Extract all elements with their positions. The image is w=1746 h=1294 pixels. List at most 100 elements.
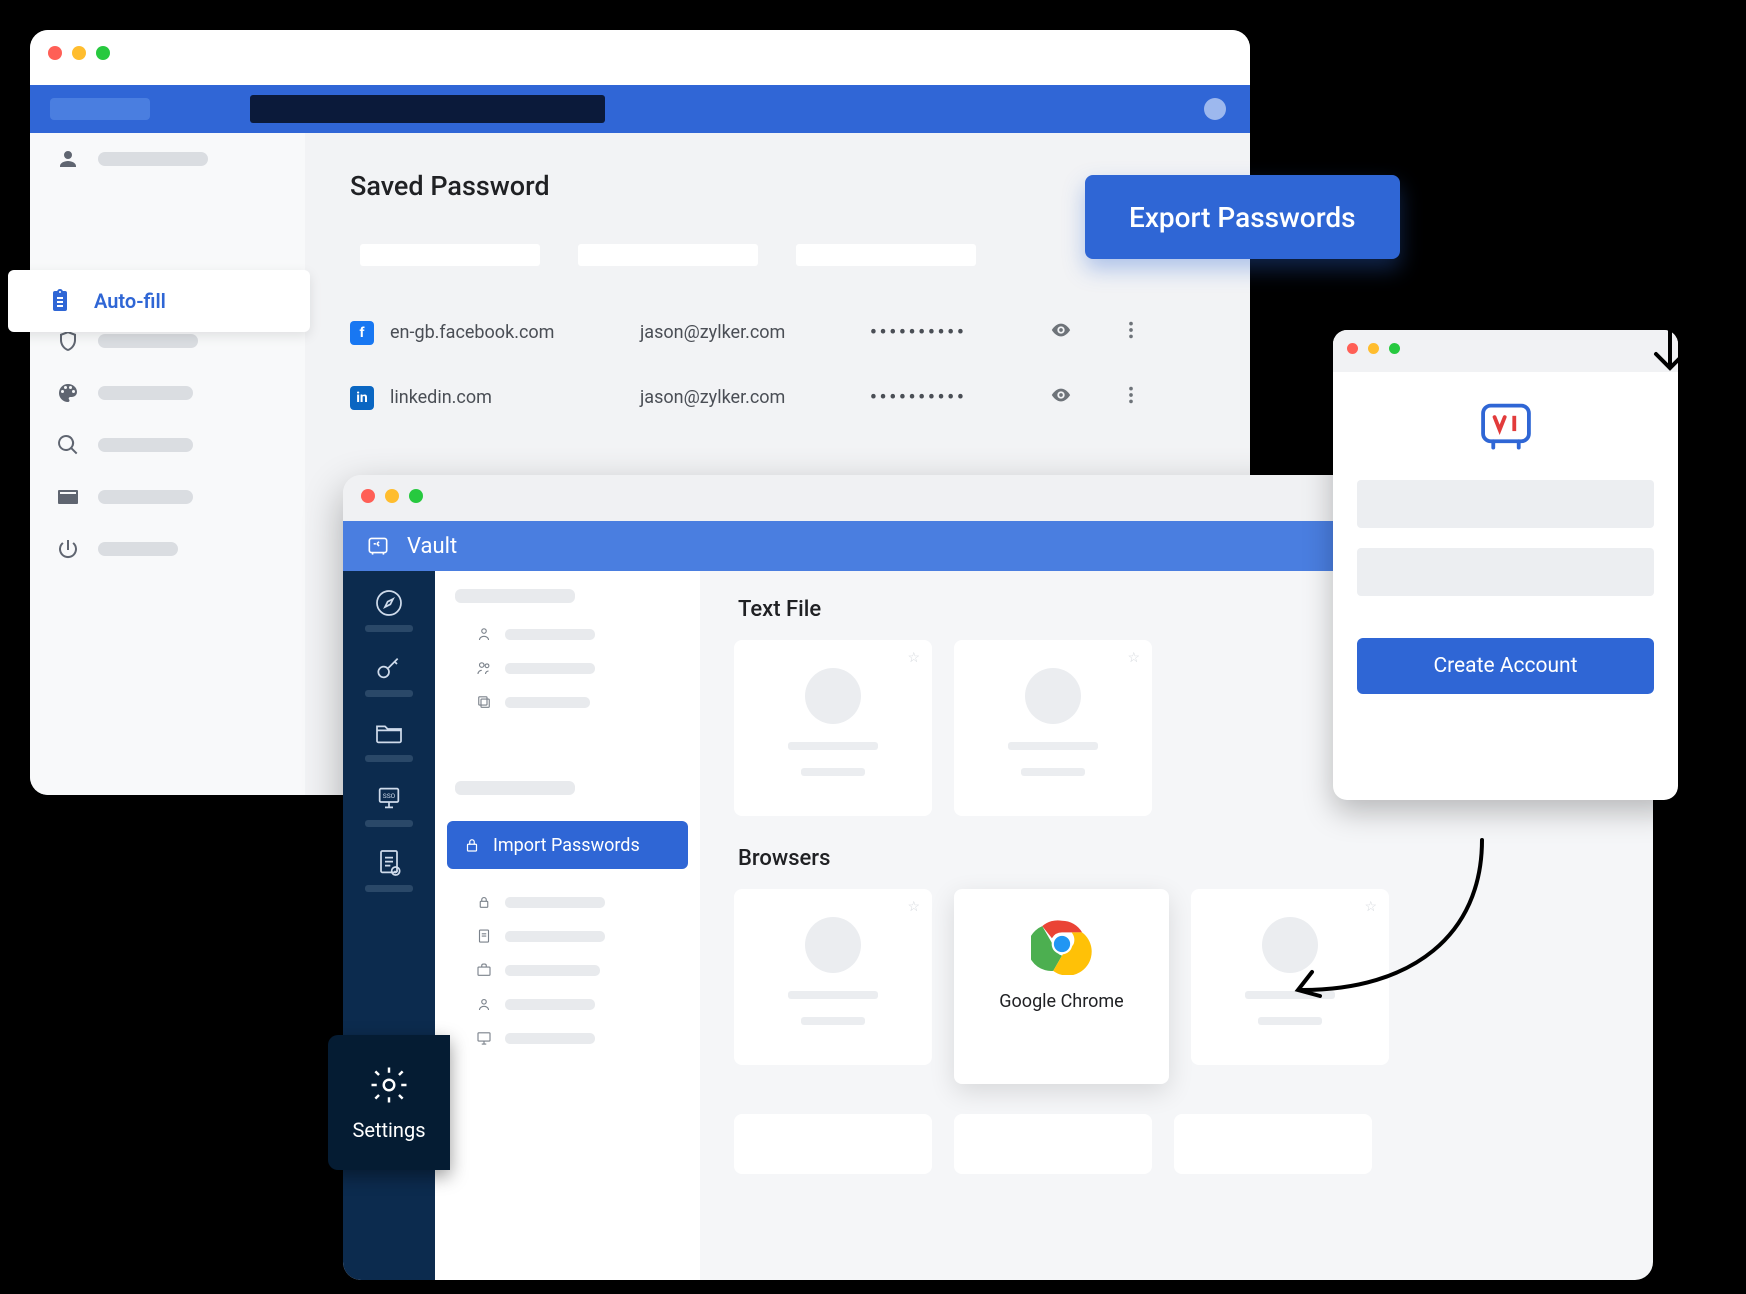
sso-icon: SSO xyxy=(373,782,405,814)
submenu-item[interactable] xyxy=(455,651,680,685)
username: jason@zylker.com xyxy=(640,322,785,343)
vault-submenu: Import Passwords xyxy=(435,571,700,1280)
password-table: f en-gb.facebook.com jason@zylker.com ••… xyxy=(350,300,1230,430)
close-icon[interactable] xyxy=(48,46,62,60)
copy-icon xyxy=(475,693,493,711)
password-masked: •••••••••• xyxy=(870,387,967,408)
minimize-icon[interactable] xyxy=(72,46,86,60)
report-icon xyxy=(373,847,405,879)
export-passwords-button[interactable]: Export Passwords xyxy=(1085,175,1400,259)
card-icon xyxy=(56,485,80,509)
autofill-label: Auto-fill xyxy=(94,289,166,313)
sidebar-item-payments[interactable] xyxy=(30,471,305,523)
more-options-icon[interactable] xyxy=(1120,319,1142,341)
minimize-icon[interactable] xyxy=(385,489,399,503)
signup-window: Create Account xyxy=(1333,330,1678,800)
submenu-item[interactable] xyxy=(455,919,680,953)
export-passwords-label: Export Passwords xyxy=(1129,201,1356,234)
import-source-card[interactable] xyxy=(734,1114,932,1174)
clipboard-icon xyxy=(48,289,72,313)
compass-icon xyxy=(373,587,405,619)
nav-item-sso[interactable]: SSO xyxy=(358,782,420,827)
sidebar-item-search[interactable] xyxy=(30,419,305,471)
sidebar-item-autofill[interactable]: Auto-fill xyxy=(8,270,310,332)
section-title-browsers: Browsers xyxy=(738,846,1627,871)
window-chrome xyxy=(30,30,1250,85)
table-row[interactable]: in linkedin.com jason@zylker.com •••••••… xyxy=(350,365,1230,430)
search-icon xyxy=(56,433,80,457)
toolbar-placeholder xyxy=(50,98,150,120)
maximize-icon[interactable] xyxy=(1389,343,1400,354)
minimize-icon[interactable] xyxy=(1368,343,1379,354)
submenu-item[interactable] xyxy=(455,885,680,919)
vault-logo-icon xyxy=(1475,398,1537,454)
folder-icon xyxy=(373,717,405,749)
signup-form xyxy=(1333,480,1678,596)
close-icon[interactable] xyxy=(1347,343,1358,354)
import-source-card[interactable]: ☆ xyxy=(734,640,932,816)
star-icon[interactable]: ☆ xyxy=(907,899,920,915)
sidebar-item-appearance[interactable] xyxy=(30,367,305,419)
palette-icon xyxy=(56,381,80,405)
import-source-chrome[interactable]: Google Chrome xyxy=(954,889,1169,1084)
vault-logo xyxy=(1333,398,1678,454)
url-bar-placeholder[interactable] xyxy=(250,95,605,123)
gear-icon xyxy=(368,1064,410,1106)
filter-tab[interactable] xyxy=(360,244,540,266)
sidebar-item-profile[interactable] xyxy=(30,133,305,185)
person-icon xyxy=(56,147,80,171)
nav-item-settings[interactable]: Settings xyxy=(328,1035,450,1170)
input-placeholder[interactable] xyxy=(1357,548,1654,596)
create-account-button[interactable]: Create Account xyxy=(1357,638,1654,694)
user-small-icon xyxy=(475,995,493,1013)
monitor-icon xyxy=(475,1029,493,1047)
submenu-item[interactable] xyxy=(455,987,680,1021)
traffic-lights[interactable] xyxy=(361,489,423,503)
star-icon[interactable]: ☆ xyxy=(907,650,920,666)
star-icon[interactable]: ☆ xyxy=(1127,650,1140,666)
submenu-item[interactable] xyxy=(455,953,680,987)
table-row[interactable]: f en-gb.facebook.com jason@zylker.com ••… xyxy=(350,300,1230,365)
profile-avatar[interactable] xyxy=(1204,98,1226,120)
window-chrome xyxy=(1333,330,1678,372)
people-icon xyxy=(475,659,493,677)
filter-tab[interactable] xyxy=(578,244,758,266)
note-icon xyxy=(475,927,493,945)
traffic-lights[interactable] xyxy=(1347,343,1400,354)
filter-tab[interactable] xyxy=(796,244,976,266)
nav-item-folders[interactable] xyxy=(358,717,420,762)
nav-item-reports[interactable] xyxy=(358,847,420,892)
import-source-card[interactable]: ☆ xyxy=(954,640,1152,816)
submenu-item[interactable] xyxy=(455,1021,680,1055)
site-name: en-gb.facebook.com xyxy=(390,322,554,343)
submenu-item[interactable] xyxy=(455,617,680,651)
chrome-icon xyxy=(1031,913,1093,975)
close-icon[interactable] xyxy=(361,489,375,503)
vault-logo-icon xyxy=(365,533,391,559)
vault-nav-rail: SSO xyxy=(343,571,435,1280)
nav-item-passwords[interactable] xyxy=(358,652,420,697)
more-options-icon[interactable] xyxy=(1120,384,1142,406)
import-source-card[interactable] xyxy=(1174,1114,1372,1174)
import-source-card[interactable] xyxy=(954,1114,1152,1174)
import-label: Import Passwords xyxy=(493,835,640,856)
reveal-password-icon[interactable] xyxy=(1050,384,1072,406)
maximize-icon[interactable] xyxy=(409,489,423,503)
submenu-section-title xyxy=(455,589,575,603)
person-icon xyxy=(475,625,493,643)
import-passwords-button[interactable]: Import Passwords xyxy=(447,821,688,869)
import-source-card[interactable]: ☆ xyxy=(734,889,932,1065)
settings-sidebar xyxy=(30,133,305,795)
submenu-item[interactable] xyxy=(455,685,680,719)
facebook-icon: f xyxy=(350,321,374,345)
nav-item-dashboard[interactable] xyxy=(358,587,420,632)
maximize-icon[interactable] xyxy=(96,46,110,60)
input-placeholder[interactable] xyxy=(1357,480,1654,528)
traffic-lights[interactable] xyxy=(48,46,110,60)
sidebar-item-power[interactable] xyxy=(30,523,305,575)
shield-outline-icon xyxy=(56,329,80,353)
svg-text:SSO: SSO xyxy=(383,792,396,800)
arrow-down-icon xyxy=(1640,320,1700,380)
submenu-section-title xyxy=(455,781,575,795)
reveal-password-icon[interactable] xyxy=(1050,319,1072,341)
